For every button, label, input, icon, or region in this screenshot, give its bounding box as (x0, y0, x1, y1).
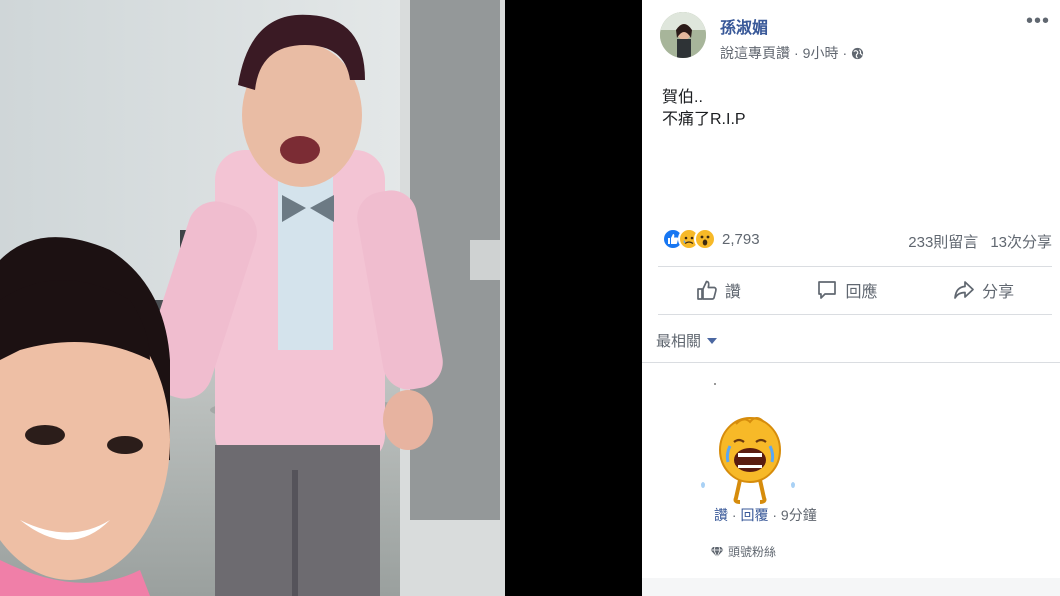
post-panel: 孫淑媚 說這專頁讚 · 9小時 · ••• 賀伯.. 不痛了R.I.P 2,79… (642, 0, 1060, 596)
top-fan-label: 頭號粉絲 (728, 545, 777, 559)
thumbs-up-icon (696, 280, 717, 300)
wow-icon (694, 228, 716, 250)
comment-timestamp[interactable]: 9分鐘 (781, 507, 817, 523)
globe-icon[interactable] (851, 47, 864, 60)
comment-icon (818, 281, 837, 299)
like-button-label: 讚 (724, 284, 741, 301)
comment-button-label: 回應 (845, 284, 878, 301)
author-avatar[interactable] (660, 12, 706, 58)
meta-action[interactable]: 說這專頁讚 (720, 43, 790, 63)
comments-count-link[interactable]: 233則留言 (908, 231, 978, 252)
post-text-line: 不痛了R.I.P (662, 111, 746, 128)
top-fan-badge[interactable]: 頭號粉絲 (710, 543, 776, 560)
commenter-avatar-placeholder (714, 383, 716, 385)
sticker-image (701, 417, 795, 504)
sort-label: 最相關 (656, 333, 702, 350)
meta-separator: · (794, 45, 799, 61)
post-meta: 說這專頁讚 · 9小時 · (720, 43, 864, 63)
comment-reply-link[interactable]: 回覆 (740, 507, 768, 523)
caret-down-icon (707, 337, 718, 344)
post-photo[interactable] (0, 0, 505, 596)
comment-button[interactable]: 回應 (816, 278, 877, 302)
share-icon (954, 281, 974, 299)
post-timestamp[interactable]: 9小時 (803, 43, 839, 63)
share-button[interactable]: 分享 (953, 278, 1014, 302)
crying-emoji-sticker[interactable] (700, 408, 800, 508)
reaction-summary[interactable]: 2,793 (662, 228, 760, 250)
share-button-label: 分享 (982, 284, 1015, 301)
engagement-stats: 233則留言 13次分享 (908, 231, 1052, 252)
comment-separator: · (772, 507, 778, 523)
avatar-image (660, 12, 706, 58)
photo-illustration (0, 0, 505, 596)
comment-actions: 讚 · 回覆 · 9分鐘 (714, 505, 817, 525)
author-name[interactable]: 孫淑媚 (720, 14, 768, 38)
comment-separator: · (731, 507, 737, 523)
like-button[interactable]: 讚 (696, 278, 741, 302)
comment-like-link[interactable]: 讚 (714, 507, 728, 523)
post-action-bar: 讚 回應 分享 (658, 268, 1052, 312)
divider (658, 266, 1052, 267)
divider (658, 314, 1052, 315)
shares-count-link[interactable]: 13次分享 (990, 231, 1052, 252)
meta-separator: · (842, 45, 848, 61)
next-comment-edge (642, 578, 1060, 596)
photo-viewer (0, 0, 642, 596)
comment-sort-dropdown[interactable]: 最相關 (656, 330, 718, 351)
wow-face-glyph (700, 235, 710, 246)
post-text-line: 賀伯.. (662, 89, 703, 106)
more-options-icon[interactable]: ••• (1026, 10, 1050, 33)
reaction-count[interactable]: 2,793 (722, 231, 760, 248)
divider (642, 362, 1060, 363)
post-body: 賀伯.. 不痛了R.I.P (662, 87, 746, 131)
diamond-icon (710, 546, 724, 557)
